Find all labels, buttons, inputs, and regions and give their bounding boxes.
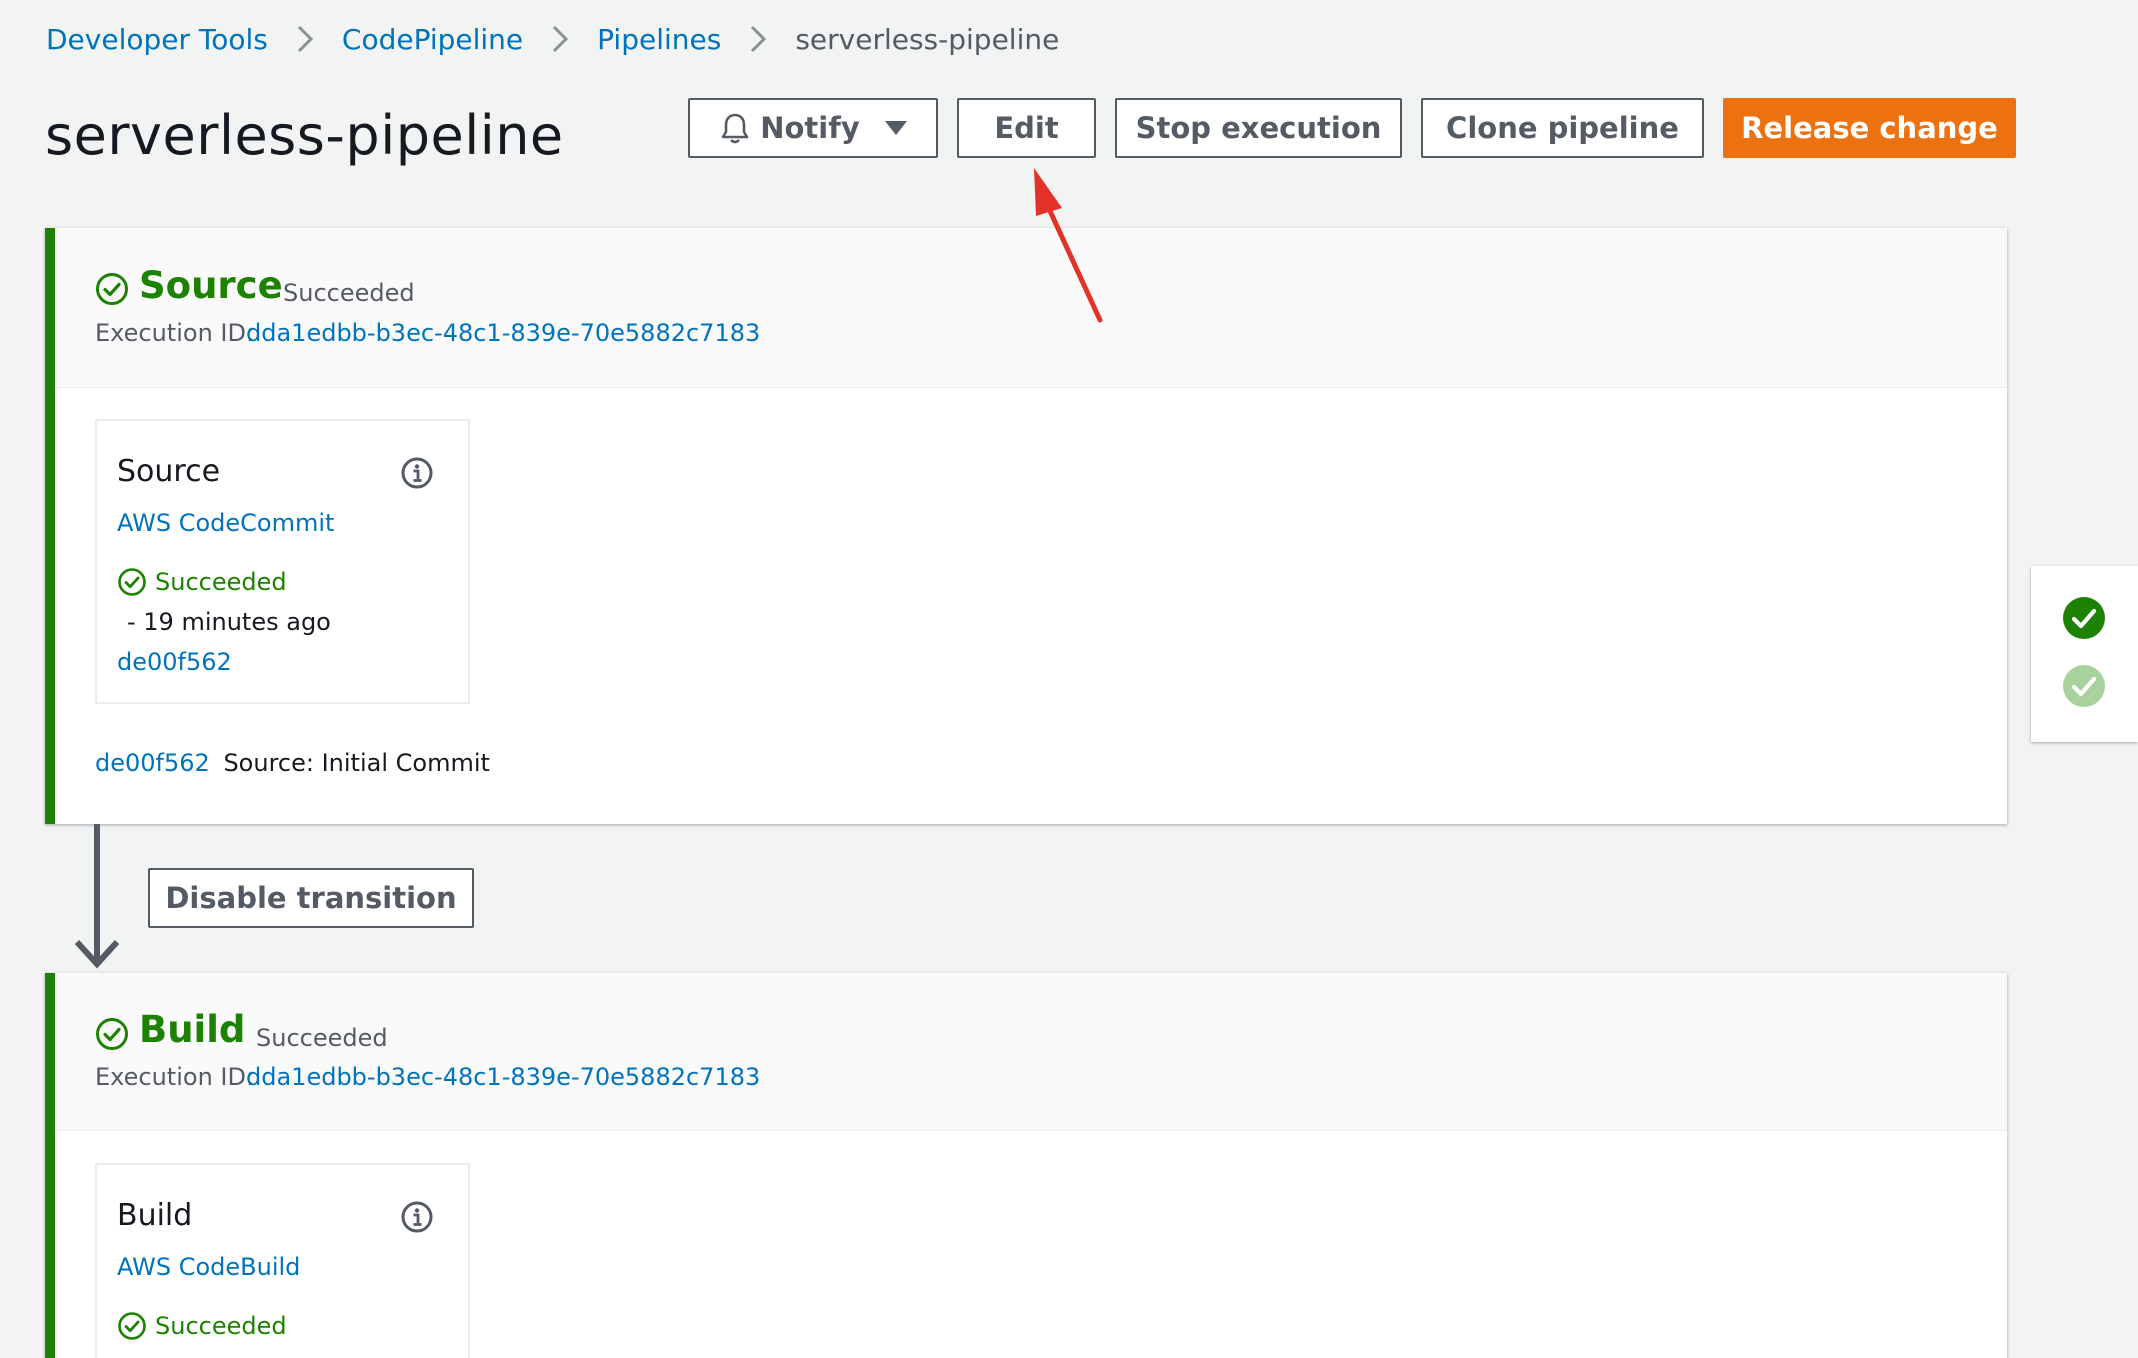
execution-id-link[interactable]: dda1edbb-b3ec-48c1-839e-70e5882c7183 — [246, 1063, 760, 1091]
execution-id-label: Execution ID: — [95, 1063, 255, 1091]
breadcrumb-pipelines[interactable]: Pipelines — [597, 23, 721, 56]
action-status: Succeeded — [155, 568, 287, 596]
stage-nav-source-check-icon[interactable] — [2062, 596, 2106, 644]
chevron-right-icon — [268, 24, 342, 54]
commit-link[interactable]: de00f562 — [117, 648, 232, 676]
chevron-right-icon — [721, 24, 795, 54]
execution-id-link[interactable]: dda1edbb-b3ec-48c1-839e-70e5882c7183 — [246, 319, 760, 347]
disable-transition-button[interactable]: Disable transition — [148, 868, 474, 928]
action-time: - 19 minutes ago — [127, 608, 331, 636]
check-circle-icon — [95, 272, 129, 310]
check-circle-icon — [117, 567, 147, 601]
action-name: Build — [117, 1198, 193, 1233]
notify-button[interactable]: Notify — [688, 98, 938, 158]
stage-header: Build Succeeded Execution ID: dda1edbb-b… — [55, 973, 2007, 1131]
footer-commit-link[interactable]: de00f562 — [95, 749, 210, 777]
action-provider-link[interactable]: AWS CodeCommit — [117, 509, 334, 537]
stage-build: Build Succeeded Execution ID: dda1edbb-b… — [45, 973, 2007, 1358]
chevron-right-icon — [523, 24, 597, 54]
action-card-build: Build AWS CodeBuild Succeeded — [95, 1163, 470, 1358]
info-icon[interactable] — [400, 1200, 434, 1238]
footer-commit-message: Source: Initial Commit — [223, 749, 490, 777]
action-status: Succeeded — [155, 1312, 287, 1340]
breadcrumb-current: serverless-pipeline — [795, 22, 1060, 56]
action-card-source: Source AWS CodeCommit Succeeded - 19 min… — [95, 419, 470, 704]
info-icon[interactable] — [400, 456, 434, 494]
edit-button[interactable]: Edit — [957, 98, 1096, 158]
stage-footer-commit: de00f562 Source: Initial Commit — [95, 749, 490, 777]
stage-status: Succeeded — [256, 1024, 388, 1052]
breadcrumb: Developer Tools CodePipeline Pipelines s… — [46, 18, 1059, 60]
action-name: Source — [117, 454, 221, 489]
transition-arrow — [72, 824, 122, 974]
breadcrumb-codepipeline[interactable]: CodePipeline — [342, 23, 523, 56]
page-title: serverless-pipeline — [45, 104, 564, 167]
execution-id-label: Execution ID: — [95, 319, 255, 347]
notify-label: Notify — [760, 111, 860, 145]
breadcrumb-developer-tools[interactable]: Developer Tools — [46, 23, 268, 56]
stage-status: Succeeded — [283, 279, 415, 307]
action-provider-link[interactable]: AWS CodeBuild — [117, 1253, 300, 1281]
stage-nav-build-check-icon[interactable] — [2062, 664, 2106, 712]
stage-nav-panel — [2031, 566, 2138, 742]
bell-icon — [718, 111, 752, 145]
release-change-button[interactable]: Release change — [1723, 98, 2016, 158]
stage-name: Source — [139, 264, 283, 307]
caret-down-icon — [884, 120, 908, 136]
check-circle-icon — [95, 1017, 129, 1055]
stop-execution-button[interactable]: Stop execution — [1115, 98, 1402, 158]
clone-pipeline-button[interactable]: Clone pipeline — [1421, 98, 1704, 158]
check-circle-icon — [117, 1311, 147, 1345]
stage-name: Build — [139, 1008, 246, 1051]
annotation-arrow — [1034, 168, 1103, 323]
